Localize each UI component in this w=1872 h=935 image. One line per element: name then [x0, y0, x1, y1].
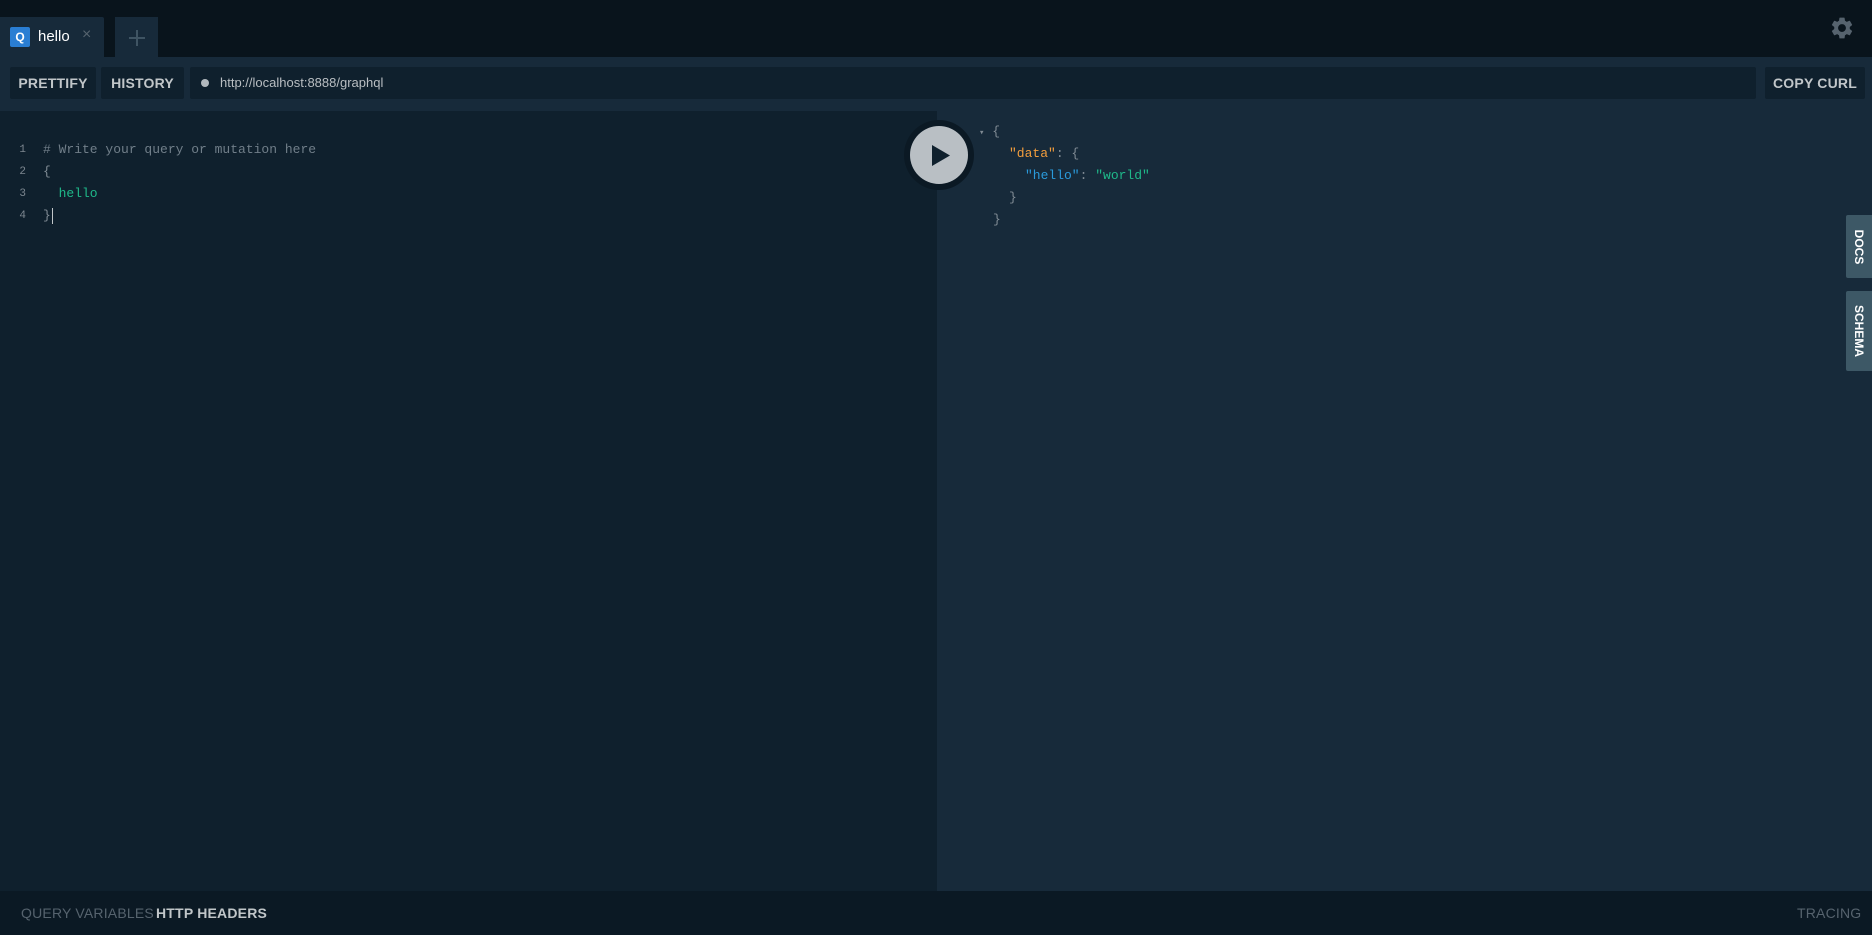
json-brace: }: [993, 212, 1001, 227]
close-icon[interactable]: ×: [82, 26, 91, 44]
tracing-tab[interactable]: TRACING: [1797, 905, 1861, 921]
code-brace-open: {: [43, 164, 51, 179]
add-tab-button[interactable]: [115, 17, 158, 57]
plus-icon: [129, 30, 145, 46]
json-brace: {: [992, 124, 1001, 139]
status-dot-icon: [201, 79, 209, 87]
result-line: }: [1009, 188, 1017, 208]
result-pane[interactable]: ▾ { "data": { "hello": "world" } }: [937, 111, 1872, 891]
result-line: }: [993, 210, 1001, 230]
tab-bar: Q hello ×: [0, 0, 1872, 57]
query-variables-tab[interactable]: QUERY VARIABLES: [21, 905, 154, 921]
line-number: 2: [19, 166, 26, 178]
editor-line: 3 hello: [0, 184, 937, 204]
tab-title: hello: [38, 28, 70, 45]
code-brace-close: }: [43, 208, 51, 223]
json-colon: :: [1079, 168, 1096, 183]
code-comment: # Write your query or mutation here: [43, 142, 317, 157]
editor-line: 1 # Write your query or mutation here: [0, 140, 937, 160]
schema-tab-label: SCHEMA: [1852, 304, 1866, 358]
result-line: ▾ {: [979, 122, 1000, 143]
endpoint-url-text: http://localhost:8888/graphql: [220, 75, 384, 90]
text-caret: [51, 207, 53, 224]
schema-tab[interactable]: SCHEMA: [1846, 291, 1872, 371]
json-key-hello: "hello": [1025, 168, 1080, 183]
prettify-button[interactable]: PRETTIFY: [10, 67, 96, 99]
graphql-playground: Q hello × PRETTIFY HISTORY http://localh…: [0, 0, 1872, 935]
toolbar: PRETTIFY HISTORY http://localhost:8888/g…: [0, 57, 1872, 111]
json-brace: {: [1071, 146, 1080, 161]
run-query-button[interactable]: [910, 126, 968, 184]
editor-line: 2 {: [0, 162, 937, 182]
line-number: 1: [19, 144, 26, 156]
result-line: "hello": "world": [1025, 166, 1150, 186]
history-button[interactable]: HISTORY: [101, 67, 184, 99]
gear-icon[interactable]: [1829, 15, 1855, 46]
copy-curl-button[interactable]: COPY CURL: [1765, 67, 1865, 99]
endpoint-url-input[interactable]: http://localhost:8888/graphql: [190, 67, 1756, 99]
http-headers-tab[interactable]: HTTP HEADERS: [156, 905, 267, 921]
editor-line: 4 }: [0, 206, 937, 226]
run-button-ring: [904, 120, 974, 190]
code-field: hello: [43, 186, 98, 201]
result-line: "data": {: [1009, 144, 1079, 164]
line-number: 3: [19, 188, 26, 200]
bottom-bar: QUERY VARIABLES HTTP HEADERS TRACING: [0, 891, 1872, 935]
play-icon: [932, 145, 950, 166]
line-number: 4: [19, 210, 26, 222]
json-value-world: "world": [1095, 168, 1150, 183]
json-colon: :: [1055, 146, 1072, 161]
json-brace: }: [1009, 190, 1017, 205]
fold-arrow-icon[interactable]: ▾: [979, 128, 984, 138]
query-badge: Q: [10, 27, 30, 47]
docs-tab-label: DOCS: [1852, 229, 1866, 264]
tab-hello[interactable]: Q hello ×: [0, 17, 104, 57]
code-brace-close-wrap: }: [43, 206, 53, 226]
json-key-data: "data": [1009, 146, 1056, 161]
query-editor[interactable]: 1 # Write your query or mutation here 2 …: [0, 111, 937, 891]
docs-tab[interactable]: DOCS: [1846, 215, 1872, 278]
